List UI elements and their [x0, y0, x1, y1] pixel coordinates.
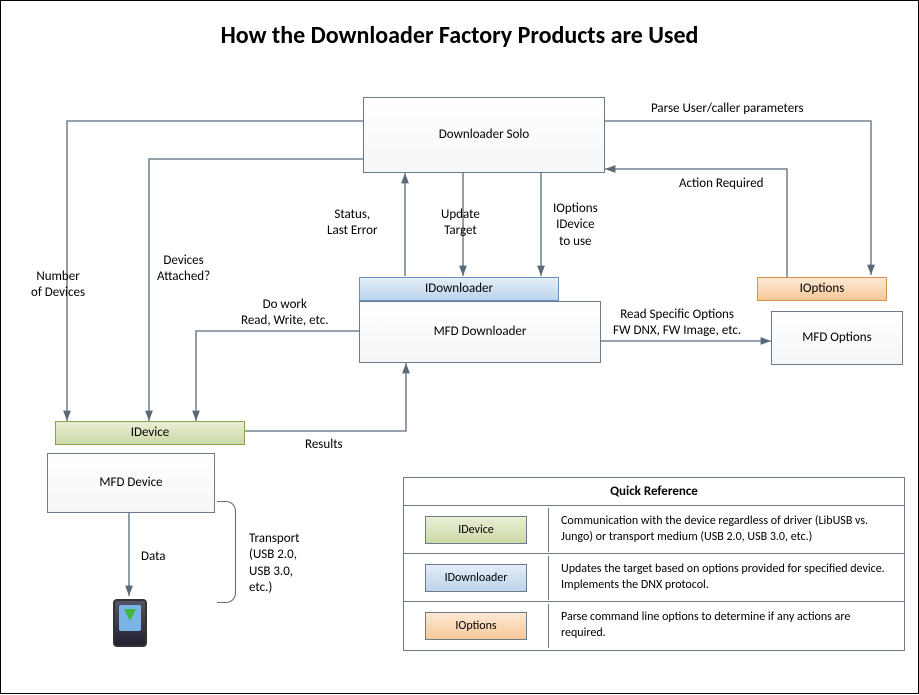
legend-desc: Updates the target based on options prov…	[549, 554, 904, 601]
legend-row: IDownloader Updates the target based on o…	[404, 554, 904, 602]
legend-chip: IDevice	[425, 516, 527, 544]
label-number-of-devices: Number of Devices	[31, 269, 85, 302]
legend-desc: Communication with the device regardless…	[549, 506, 904, 553]
box-ioptions: IOptions	[757, 277, 887, 301]
box-mfd-device: MFD Device	[47, 453, 215, 513]
legend-chip: IOptions	[425, 612, 527, 640]
legend-key-cell: IDownloader	[404, 556, 549, 600]
legend-key-cell: IOptions	[404, 604, 549, 648]
page-title: How the Downloader Factory Products are …	[1, 21, 918, 50]
box-mfd-options: MFD Options	[771, 311, 903, 365]
label-parse-user: Parse User/caller parameters	[651, 101, 804, 117]
legend-row: IOptions Parse command line options to de…	[404, 602, 904, 649]
label-status-last-error: Status, Last Error	[327, 207, 378, 240]
label-devices-attached: Devices Attached?	[157, 253, 210, 286]
label-data: Data	[141, 549, 166, 565]
box-idevice: IDevice	[55, 421, 245, 445]
box-mfd-downloader: MFD Downloader	[359, 301, 601, 363]
legend-title: Quick Reference	[404, 478, 904, 506]
legend-desc: Parse command line options to determine …	[549, 602, 904, 649]
label-ioptions-idevice: IOptions IDevice to use	[553, 201, 598, 250]
legend-quick-reference: Quick Reference IDevice Communication wit…	[403, 477, 905, 651]
transport-bracket	[217, 501, 236, 603]
label-transport: Transport (USB 2.0, USB 3.0, etc.)	[249, 531, 300, 596]
box-downloader-solo: Downloader Solo	[363, 97, 605, 173]
legend-chip: IDownloader	[425, 564, 527, 592]
legend-row: IDevice Communication with the device reg…	[404, 506, 904, 554]
box-idownloader: IDownloader	[359, 277, 559, 301]
label-do-work: Do work Read, Write, etc.	[241, 297, 328, 330]
diagram-page: How the Downloader Factory Products are …	[0, 0, 919, 694]
label-results: Results	[305, 437, 343, 453]
label-action-required: Action Required	[679, 176, 764, 192]
legend-key-cell: IDevice	[404, 508, 549, 552]
device-phone-icon	[113, 599, 147, 647]
label-read-specific: Read Specific Options FW DNX, FW Image, …	[613, 307, 741, 340]
label-update-target: Update Target	[441, 207, 480, 240]
